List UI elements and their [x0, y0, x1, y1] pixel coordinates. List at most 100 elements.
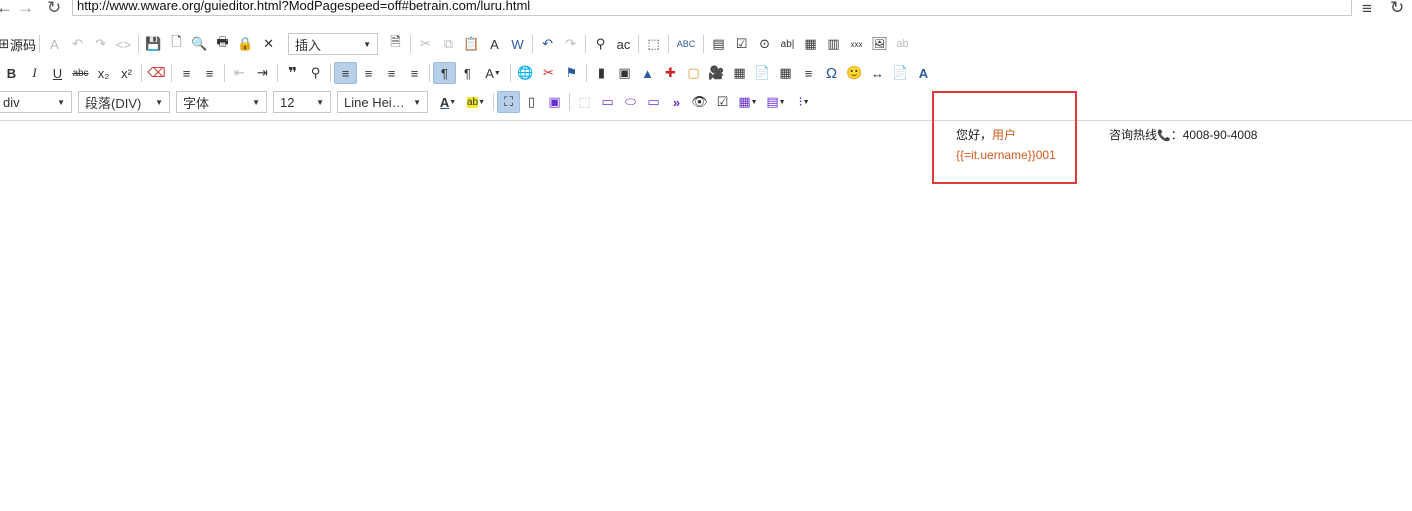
form-icon[interactable]: ▤ [707, 33, 730, 55]
chart-icon[interactable]: ▮ [590, 62, 613, 84]
unlink-icon[interactable]: ✂ [537, 62, 560, 84]
refresh-icon[interactable]: ↻ [1390, 0, 1404, 18]
special-char-icon[interactable]: Ω [820, 62, 843, 84]
spellcheck-icon[interactable]: ABC [672, 33, 700, 55]
paste-word-icon[interactable]: W [506, 33, 529, 55]
preview-eye-icon[interactable]: 👁 [688, 91, 711, 113]
format-dropdown[interactable]: div ▼ [0, 91, 72, 113]
source-icon[interactable]: ⊞ [0, 33, 9, 55]
flash-icon[interactable]: ▣ [613, 62, 636, 84]
plugin-icon[interactable]: ✚ [659, 62, 682, 84]
show-blocks-icon[interactable]: ▯ [520, 91, 543, 113]
smiley-icon[interactable]: 🙂 [843, 62, 866, 84]
radio-icon[interactable]: ⊙ [753, 33, 776, 55]
code-icon[interactable]: <> [112, 33, 135, 55]
select-all-icon[interactable]: A [43, 33, 66, 55]
superscript-icon[interactable]: x² [115, 62, 138, 84]
select-all-block-icon[interactable]: ⬚ [642, 33, 665, 55]
div-container-icon[interactable]: ⚲ [304, 62, 327, 84]
blockquote-icon[interactable]: ❞ [281, 62, 304, 84]
numbered-list-icon[interactable]: ≡ [175, 62, 198, 84]
horizontal-rule-icon[interactable]: ≡ [797, 62, 820, 84]
background-color-icon[interactable]: ab ▼ [462, 91, 490, 113]
validate-icon[interactable]: ☑ [711, 91, 734, 113]
cut-icon[interactable]: ✂ [414, 33, 437, 55]
bulleted-list-icon[interactable]: ≡ [198, 62, 221, 84]
grid-menu-icon[interactable]: ▦ ▼ [734, 91, 762, 113]
table-menu-icon[interactable]: ▤ ▼ [762, 91, 790, 113]
align-right-icon[interactable]: ≡ [380, 62, 403, 84]
text-field-icon[interactable]: ab| [776, 33, 799, 55]
subscript-icon[interactable]: x₂ [92, 62, 115, 84]
document-icon[interactable]: 📄 [751, 62, 774, 84]
button-field-icon[interactable]: xxx [845, 33, 868, 55]
image-icon[interactable]: ▲ [636, 62, 659, 84]
widget-oval-icon[interactable]: ⬭ [619, 91, 642, 113]
widget-text-icon[interactable]: ▭ [642, 91, 665, 113]
font-family-dropdown[interactable]: 字体 ▼ [176, 91, 267, 113]
templates-icon[interactable]: 📄 [889, 62, 912, 84]
preview-icon[interactable]: 🔍 [188, 33, 211, 55]
underline-icon[interactable]: U [46, 62, 69, 84]
redo-icon[interactable]: ↷ [559, 33, 582, 55]
url-input[interactable]: http://www.wware.org/guieditor.html?ModP… [72, 0, 1352, 16]
checkbox-icon[interactable]: ☑ [730, 33, 753, 55]
image-button-icon[interactable]: 🖼 [868, 33, 891, 55]
forward-icon[interactable]: → [17, 0, 34, 18]
rtl-icon[interactable]: ¶ [456, 62, 479, 84]
copy-icon[interactable]: ⧉ [437, 33, 460, 55]
media-icon[interactable]: ▦ [728, 62, 751, 84]
lock-icon[interactable]: 🔒 [234, 33, 257, 55]
maximize-icon[interactable]: ⛶ [497, 91, 520, 113]
close-icon[interactable]: ✕ [257, 33, 280, 55]
back-icon[interactable]: ← [0, 0, 13, 18]
find-icon[interactable]: ⚲ [589, 33, 612, 55]
insert-dropdown[interactable]: 插入 ▼ [288, 33, 379, 55]
paste-text-icon[interactable]: A [483, 33, 506, 55]
hidden-field-icon[interactable]: ab [891, 33, 914, 55]
table-icon[interactable]: ▦ [774, 62, 797, 84]
text-color-icon[interactable]: A ▼ [434, 91, 462, 113]
strikethrough-icon[interactable]: abc [69, 62, 92, 84]
menu-icon[interactable]: ≡ [1362, 0, 1372, 19]
justify-icon[interactable]: ≡ [403, 62, 426, 84]
about-icon[interactable]: ▣ [543, 91, 566, 113]
anchor-flag-icon[interactable]: ⚑ [560, 62, 583, 84]
redo-link-icon[interactable]: ↷ [89, 33, 112, 55]
textarea-icon[interactable]: ▦ [799, 33, 822, 55]
remove-format-icon[interactable]: ⌫ [145, 62, 168, 84]
link-icon[interactable]: 🌐 [514, 62, 537, 84]
new-document-icon[interactable]: 🗋 [165, 33, 188, 55]
iframe-icon[interactable]: ▢ [682, 62, 705, 84]
undo-link-icon[interactable]: ↶ [66, 33, 89, 55]
paragraph-dropdown[interactable]: 段落(DIV) ▼ [78, 91, 170, 113]
video-icon[interactable]: 🎥 [705, 62, 728, 84]
toolbar-separator [703, 35, 705, 53]
widget-next-icon[interactable]: » [665, 91, 688, 113]
language-icon[interactable]: A ▼ [479, 62, 507, 84]
toolbar-separator [39, 35, 41, 53]
paste-icon[interactable]: 📋 [460, 33, 483, 55]
replace-icon[interactable]: ac [612, 33, 635, 55]
font-size-dropdown[interactable]: 12 ▼ [273, 91, 331, 113]
italic-icon[interactable]: I [23, 62, 46, 84]
page-break-icon[interactable]: ↔ [866, 62, 889, 84]
undo-icon[interactable]: ↶ [536, 33, 559, 55]
indent-icon[interactable]: ⇥ [251, 62, 274, 84]
outdent-icon[interactable]: ⇤ [228, 62, 251, 84]
print-icon[interactable]: 🖶 [211, 33, 234, 55]
line-height-dropdown[interactable]: Line Hei… ▼ [337, 91, 428, 113]
align-center-icon[interactable]: ≡ [357, 62, 380, 84]
reload-icon[interactable]: ↻ [47, 0, 61, 18]
widget-button-icon[interactable]: ▭ [596, 91, 619, 113]
ltr-icon[interactable]: ¶ [433, 62, 456, 84]
save-icon[interactable]: 💾 [142, 33, 165, 55]
more-menu-icon[interactable]: ⁝ ▼ [790, 91, 818, 113]
align-left-icon[interactable]: ≡ [334, 62, 357, 84]
source-button[interactable]: 源码 [10, 35, 36, 54]
bold-icon[interactable]: B [0, 62, 23, 84]
template-icon[interactable]: 🗎 [384, 33, 407, 55]
widget-frame-icon[interactable]: ⬚ [573, 91, 596, 113]
font-style-icon[interactable]: A [912, 62, 935, 84]
select-field-icon[interactable]: ▥ [822, 33, 845, 55]
